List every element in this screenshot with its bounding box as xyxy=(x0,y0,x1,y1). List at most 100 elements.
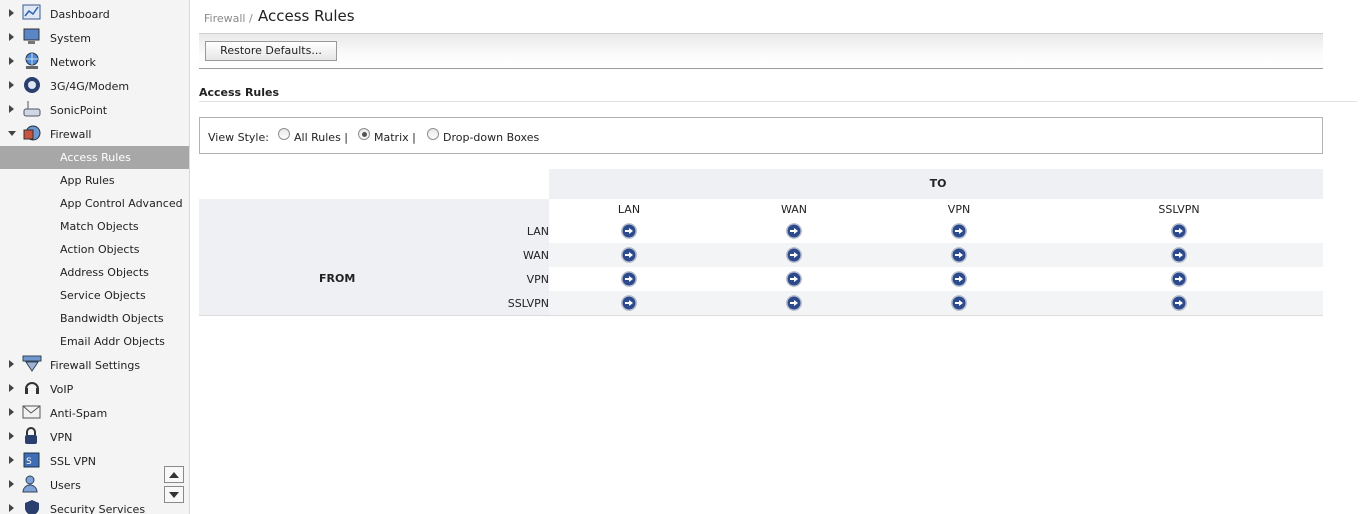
view-style-label: View Style: xyxy=(208,131,269,144)
rules-sslvpn-to-wan-button[interactable] xyxy=(786,295,802,311)
page-title: Access Rules xyxy=(258,7,355,25)
restore-defaults-button[interactable]: Restore Defaults... xyxy=(205,41,337,61)
sub-item-label: Access Rules xyxy=(60,151,131,164)
nav-label: Users xyxy=(50,479,81,492)
rules-wan-to-vpn-button[interactable] xyxy=(951,247,967,263)
col-header-vpn: VPN xyxy=(947,203,971,216)
expand-arrow-icon[interactable] xyxy=(9,81,14,89)
sidebar-item-action-objects[interactable]: Action Objects xyxy=(0,238,189,261)
nav-label: VPN xyxy=(50,431,73,444)
expand-arrow-icon[interactable] xyxy=(9,105,14,113)
radio-label-matrix: Matrix | xyxy=(374,131,416,144)
sidebar-item-access-rules[interactable]: Access Rules xyxy=(0,146,189,169)
rules-lan-to-lan-button[interactable] xyxy=(621,223,637,239)
nav-firewall[interactable]: Firewall xyxy=(0,122,189,146)
nav-label: Network xyxy=(50,56,96,69)
rules-wan-to-lan-button[interactable] xyxy=(621,247,637,263)
rules-sslvpn-to-vpn-button[interactable] xyxy=(951,295,967,311)
rules-wan-to-sslvpn-button[interactable] xyxy=(1171,247,1187,263)
rules-lan-to-sslvpn-button[interactable] xyxy=(1171,223,1187,239)
expand-arrow-icon[interactable] xyxy=(9,33,14,41)
sidebar-item-email-addr-objects[interactable]: Email Addr Objects xyxy=(0,330,189,353)
nav-label: Security Services xyxy=(50,503,146,514)
network-icon xyxy=(22,52,42,70)
nav-vpn[interactable]: VPN xyxy=(0,425,189,449)
anti-spam-icon xyxy=(22,403,42,421)
dashboard-icon xyxy=(22,4,42,22)
rules-vpn-to-vpn-button[interactable] xyxy=(951,271,967,287)
section-divider xyxy=(199,101,1357,102)
vpn-icon xyxy=(22,427,42,445)
sub-item-label: Address Objects xyxy=(60,266,149,279)
arrow-right-circle-icon xyxy=(786,223,802,239)
rules-sslvpn-to-sslvpn-button[interactable] xyxy=(1171,295,1187,311)
arrow-right-circle-icon xyxy=(951,271,967,287)
sub-item-label: App Rules xyxy=(60,174,115,187)
scroll-down-button[interactable] xyxy=(164,486,184,503)
rules-lan-to-wan-button[interactable] xyxy=(786,223,802,239)
nav-system[interactable]: System xyxy=(0,26,189,50)
sub-item-label: App Control Advanced xyxy=(60,197,183,210)
rules-vpn-to-lan-button[interactable] xyxy=(621,271,637,287)
arrow-right-circle-icon xyxy=(786,295,802,311)
sidebar-item-app-control-advanced[interactable]: App Control Advanced xyxy=(0,192,189,215)
rules-sslvpn-to-lan-button[interactable] xyxy=(621,295,637,311)
col-header-lan: LAN xyxy=(617,203,641,216)
view-style-panel: View Style: All Rules | Matrix | Drop-do… xyxy=(199,117,1323,154)
nav-voip[interactable]: VoIP xyxy=(0,377,189,401)
nav-label: Firewall Settings xyxy=(50,359,141,372)
nav-ssl-vpn[interactable]: S SSL VPN xyxy=(0,449,189,473)
sub-item-label: Bandwidth Objects xyxy=(60,312,164,325)
rules-vpn-to-sslvpn-button[interactable] xyxy=(1171,271,1187,287)
scroll-up-button[interactable] xyxy=(164,466,184,483)
sidebar: Dashboard System Network 3G/4G/Modem Son… xyxy=(0,0,190,514)
section-title: Access Rules xyxy=(199,86,280,99)
expand-arrow-icon[interactable] xyxy=(9,432,14,440)
security-services-icon xyxy=(22,499,42,514)
firewall-settings-icon xyxy=(22,355,42,373)
rules-lan-to-vpn-button[interactable] xyxy=(951,223,967,239)
nav-anti-spam[interactable]: Anti-Spam xyxy=(0,401,189,425)
rules-vpn-to-wan-button[interactable] xyxy=(786,271,802,287)
nav-security-services[interactable]: Security Services xyxy=(0,497,189,514)
collapse-arrow-icon[interactable] xyxy=(8,131,16,136)
breadcrumb[interactable]: Firewall / xyxy=(204,12,253,25)
expand-arrow-icon[interactable] xyxy=(9,57,14,65)
expand-arrow-icon[interactable] xyxy=(9,504,14,512)
nav-modem[interactable]: 3G/4G/Modem xyxy=(0,74,189,98)
expand-arrow-icon[interactable] xyxy=(9,408,14,416)
matrix-row xyxy=(549,291,1323,315)
sidebar-item-bandwidth-objects[interactable]: Bandwidth Objects xyxy=(0,307,189,330)
matrix-to-label: TO xyxy=(929,177,947,190)
nav-label: Anti-Spam xyxy=(50,407,108,420)
sidebar-item-service-objects[interactable]: Service Objects xyxy=(0,284,189,307)
sonicpoint-icon xyxy=(22,100,42,118)
matrix-row xyxy=(549,243,1323,267)
sidebar-item-app-rules[interactable]: App Rules xyxy=(0,169,189,192)
nav-dashboard[interactable]: Dashboard xyxy=(0,2,189,26)
nav-network[interactable]: Network xyxy=(0,50,189,74)
arrow-right-circle-icon xyxy=(786,247,802,263)
nav-sonicpoint[interactable]: SonicPoint xyxy=(0,98,189,122)
expand-arrow-icon[interactable] xyxy=(9,9,14,17)
rules-wan-to-wan-button[interactable] xyxy=(786,247,802,263)
sidebar-item-address-objects[interactable]: Address Objects xyxy=(0,261,189,284)
expand-arrow-icon[interactable] xyxy=(9,360,14,368)
nav-users[interactable]: Users xyxy=(0,473,189,497)
system-icon xyxy=(22,28,42,46)
arrow-right-circle-icon xyxy=(786,271,802,287)
expand-arrow-icon[interactable] xyxy=(9,456,14,464)
nav-label: Dashboard xyxy=(50,8,110,21)
expand-arrow-icon[interactable] xyxy=(9,384,14,392)
sub-item-label: Service Objects xyxy=(60,289,146,302)
expand-arrow-icon[interactable] xyxy=(9,480,14,488)
arrow-right-circle-icon xyxy=(621,295,637,311)
arrow-right-circle-icon xyxy=(951,295,967,311)
radio-drop-down-boxes[interactable] xyxy=(427,128,439,140)
triangle-up-icon xyxy=(169,472,179,478)
radio-all-rules[interactable] xyxy=(278,128,290,140)
sidebar-item-match-objects[interactable]: Match Objects xyxy=(0,215,189,238)
radio-matrix[interactable] xyxy=(358,128,370,140)
arrow-right-circle-icon xyxy=(951,223,967,239)
nav-firewall-settings[interactable]: Firewall Settings xyxy=(0,353,189,377)
